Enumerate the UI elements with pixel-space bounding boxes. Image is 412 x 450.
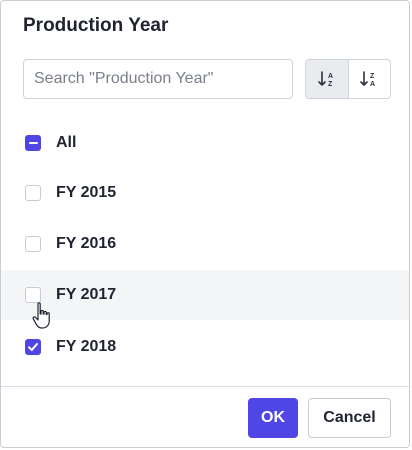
- ok-button[interactable]: OK: [248, 398, 298, 438]
- option-row-fy2018[interactable]: FY 2018: [1, 322, 409, 372]
- checkbox-fy2017[interactable]: [25, 287, 41, 303]
- option-row-fy2016[interactable]: FY 2016: [1, 219, 409, 269]
- sort-ascending-button[interactable]: A Z: [306, 60, 348, 98]
- svg-text:A: A: [370, 81, 375, 88]
- svg-text:Z: Z: [370, 73, 375, 80]
- filter-dialog: Production Year A Z Z A All FY 2015 FY 2…: [0, 0, 410, 448]
- dialog-title: Production Year: [23, 15, 169, 36]
- checkbox-fy2018[interactable]: [25, 339, 41, 355]
- footer-divider: [1, 386, 409, 387]
- svg-text:A: A: [328, 73, 333, 80]
- option-label: FY 2017: [56, 286, 117, 303]
- sort-toggle-group: A Z Z A: [305, 59, 391, 99]
- checkbox-fy2016[interactable]: [25, 236, 41, 252]
- option-label: FY 2016: [56, 235, 117, 252]
- option-label: All: [56, 134, 77, 151]
- option-label: FY 2018: [56, 338, 117, 355]
- search-input[interactable]: [23, 59, 293, 99]
- cancel-button[interactable]: Cancel: [308, 398, 391, 438]
- option-row-fy2015[interactable]: FY 2015: [1, 168, 409, 218]
- option-row-all[interactable]: All: [1, 118, 409, 168]
- sort-descending-button[interactable]: Z A: [347, 60, 391, 98]
- svg-text:Z: Z: [328, 81, 333, 88]
- checkbox-all[interactable]: [25, 135, 41, 151]
- option-label: FY 2015: [56, 184, 117, 201]
- check-icon: [28, 343, 38, 351]
- option-row-fy2017[interactable]: FY 2017: [1, 270, 409, 320]
- sort-ascending-icon: A Z: [317, 71, 333, 88]
- sort-descending-icon: Z A: [360, 71, 375, 88]
- checkbox-fy2015[interactable]: [25, 185, 41, 201]
